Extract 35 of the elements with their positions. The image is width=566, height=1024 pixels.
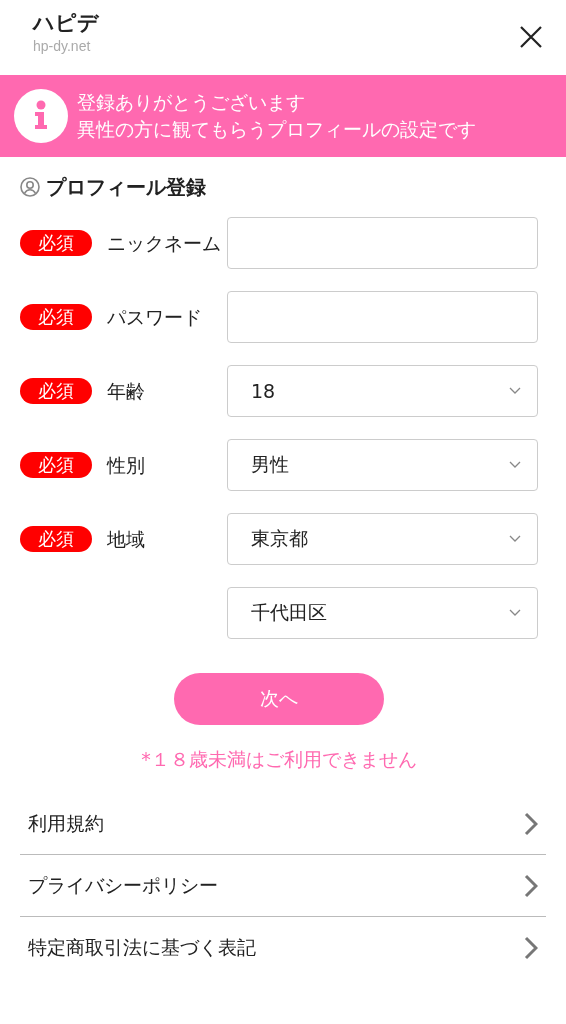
field-label: 性別: [107, 454, 145, 476]
close-icon[interactable]: [520, 26, 542, 48]
required-badge: 必須: [20, 452, 92, 478]
chevron-down-icon: [509, 461, 521, 469]
site-url: hp-dy.net: [33, 37, 92, 56]
banner-text: 登録ありがとうございます: [77, 91, 306, 115]
select-field[interactable]: 千代田区: [227, 587, 538, 639]
info-icon: [14, 89, 68, 143]
chevron-down-icon: [509, 387, 521, 395]
required-badge: 必須: [20, 526, 92, 552]
select-field[interactable]: 男性: [227, 439, 538, 491]
menu-link[interactable]: プライバシーポリシー: [20, 855, 546, 917]
select-field[interactable]: 18: [227, 365, 538, 417]
section-title: プロフィール登録: [46, 173, 206, 201]
required-badge: 必須: [20, 230, 92, 256]
required-badge: 必須: [20, 378, 92, 404]
banner-text: 異性の方に観てもらうプロフィールの設定です: [77, 118, 476, 142]
chevron-right-icon: [524, 935, 538, 960]
field-label: パスワード: [107, 306, 202, 328]
chevron-right-icon: [524, 873, 538, 898]
chevron-down-icon: [509, 535, 521, 543]
menu-link[interactable]: 特定商取引法に基づく表記: [20, 917, 546, 978]
field-label: 地域: [107, 528, 145, 550]
menu-link[interactable]: 利用規約: [20, 793, 546, 855]
user-icon: [20, 177, 40, 197]
select-field[interactable]: 東京都: [227, 513, 538, 565]
age-notice: *１８歳未満はご利用できません: [140, 747, 418, 772]
field-label: 年齢: [107, 380, 145, 402]
chevron-down-icon: [509, 609, 521, 617]
required-badge: 必須: [20, 304, 92, 330]
password-field[interactable]: [227, 291, 538, 343]
input-field[interactable]: [227, 217, 538, 269]
chevron-right-icon: [524, 811, 538, 836]
field-label: ニックネーム: [107, 232, 221, 254]
site-title: ハピデ: [33, 10, 99, 36]
